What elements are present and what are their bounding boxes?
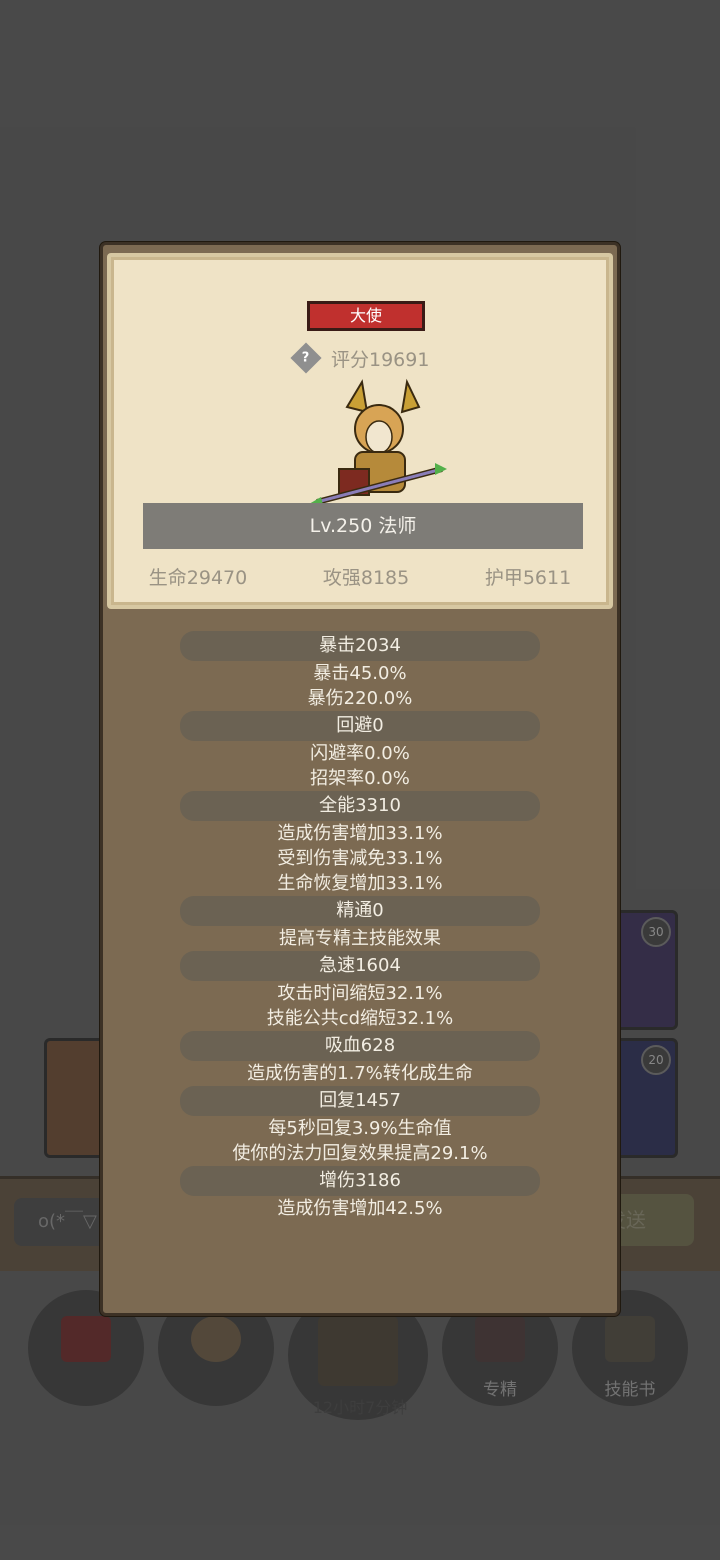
rank-tag: 大使	[307, 301, 425, 331]
section-line: 攻击时间缩短32.1%	[277, 983, 443, 1004]
section-line: 造成伤害增加33.1%	[277, 823, 443, 844]
section-line: 造成伤害增加42.5%	[277, 1198, 443, 1219]
character-avatar	[309, 378, 447, 505]
base-stats-row: 生命29470 攻强8185 护甲5611	[111, 563, 609, 590]
section-header: 增伤3186	[180, 1166, 540, 1196]
score-text: 评分19691	[331, 348, 430, 371]
section-header: 回复1457	[180, 1086, 540, 1116]
section-header: 吸血628	[180, 1031, 540, 1061]
section-crit: 暴击2034 暴击45.0% 暴伤220.0%	[103, 631, 617, 711]
stat-hp: 生命29470	[148, 567, 248, 589]
section-lifesteal: 吸血628 造成伤害的1.7%转化成生命	[103, 1031, 617, 1086]
section-line: 技能公共cd缩短32.1%	[266, 1008, 454, 1029]
stat-armor: 护甲5611	[484, 567, 572, 589]
section-header: 急速1604	[180, 951, 540, 981]
section-line: 暴击45.0%	[313, 663, 407, 684]
section-line: 暴伤220.0%	[307, 688, 413, 709]
section-line: 每5秒回复3.9%生命值	[268, 1118, 452, 1139]
stat-attack: 攻强8185	[322, 567, 410, 589]
section-mastery: 精通0 提高专精主技能效果	[103, 896, 617, 951]
section-damage-bonus: 增伤3186 造成伤害增加42.5%	[103, 1166, 617, 1221]
section-haste: 急速1604 攻击时间缩短32.1% 技能公共cd缩短32.1%	[103, 951, 617, 1031]
character-card: 大使 ? 评分19691 Lv.250 法师 生命29470 攻强8185 护甲…	[107, 253, 613, 609]
character-stats-modal: 大使 ? 评分19691 Lv.250 法师 生命29470 攻强8185 护甲…	[100, 242, 620, 1316]
section-line: 闪避率0.0%	[310, 743, 410, 764]
section-header: 精通0	[180, 896, 540, 926]
section-avoid: 回避0 闪避率0.0% 招架率0.0%	[103, 711, 617, 791]
section-line: 招架率0.0%	[310, 768, 410, 789]
section-line: 造成伤害的1.7%转化成生命	[247, 1063, 473, 1084]
help-icon[interactable]: ?	[290, 342, 322, 374]
score-row: ? 评分19691	[290, 342, 495, 374]
section-versatility: 全能3310 造成伤害增加33.1% 受到伤害减免33.1% 生命恢复增加33.…	[103, 791, 617, 896]
section-line: 提高专精主技能效果	[279, 928, 441, 949]
level-class-bar: Lv.250 法师	[143, 503, 583, 549]
section-regen: 回复1457 每5秒回复3.9%生命值 使你的法力回复效果提高29.1%	[103, 1086, 617, 1166]
section-header: 回避0	[180, 711, 540, 741]
section-line: 使你的法力回复效果提高29.1%	[232, 1143, 488, 1164]
section-header: 暴击2034	[180, 631, 540, 661]
section-header: 全能3310	[180, 791, 540, 821]
stat-details: 暴击2034 暴击45.0% 暴伤220.0% 回避0 闪避率0.0% 招架率0…	[103, 631, 617, 1221]
section-line: 受到伤害减免33.1%	[277, 848, 443, 869]
section-line: 生命恢复增加33.1%	[277, 873, 443, 894]
